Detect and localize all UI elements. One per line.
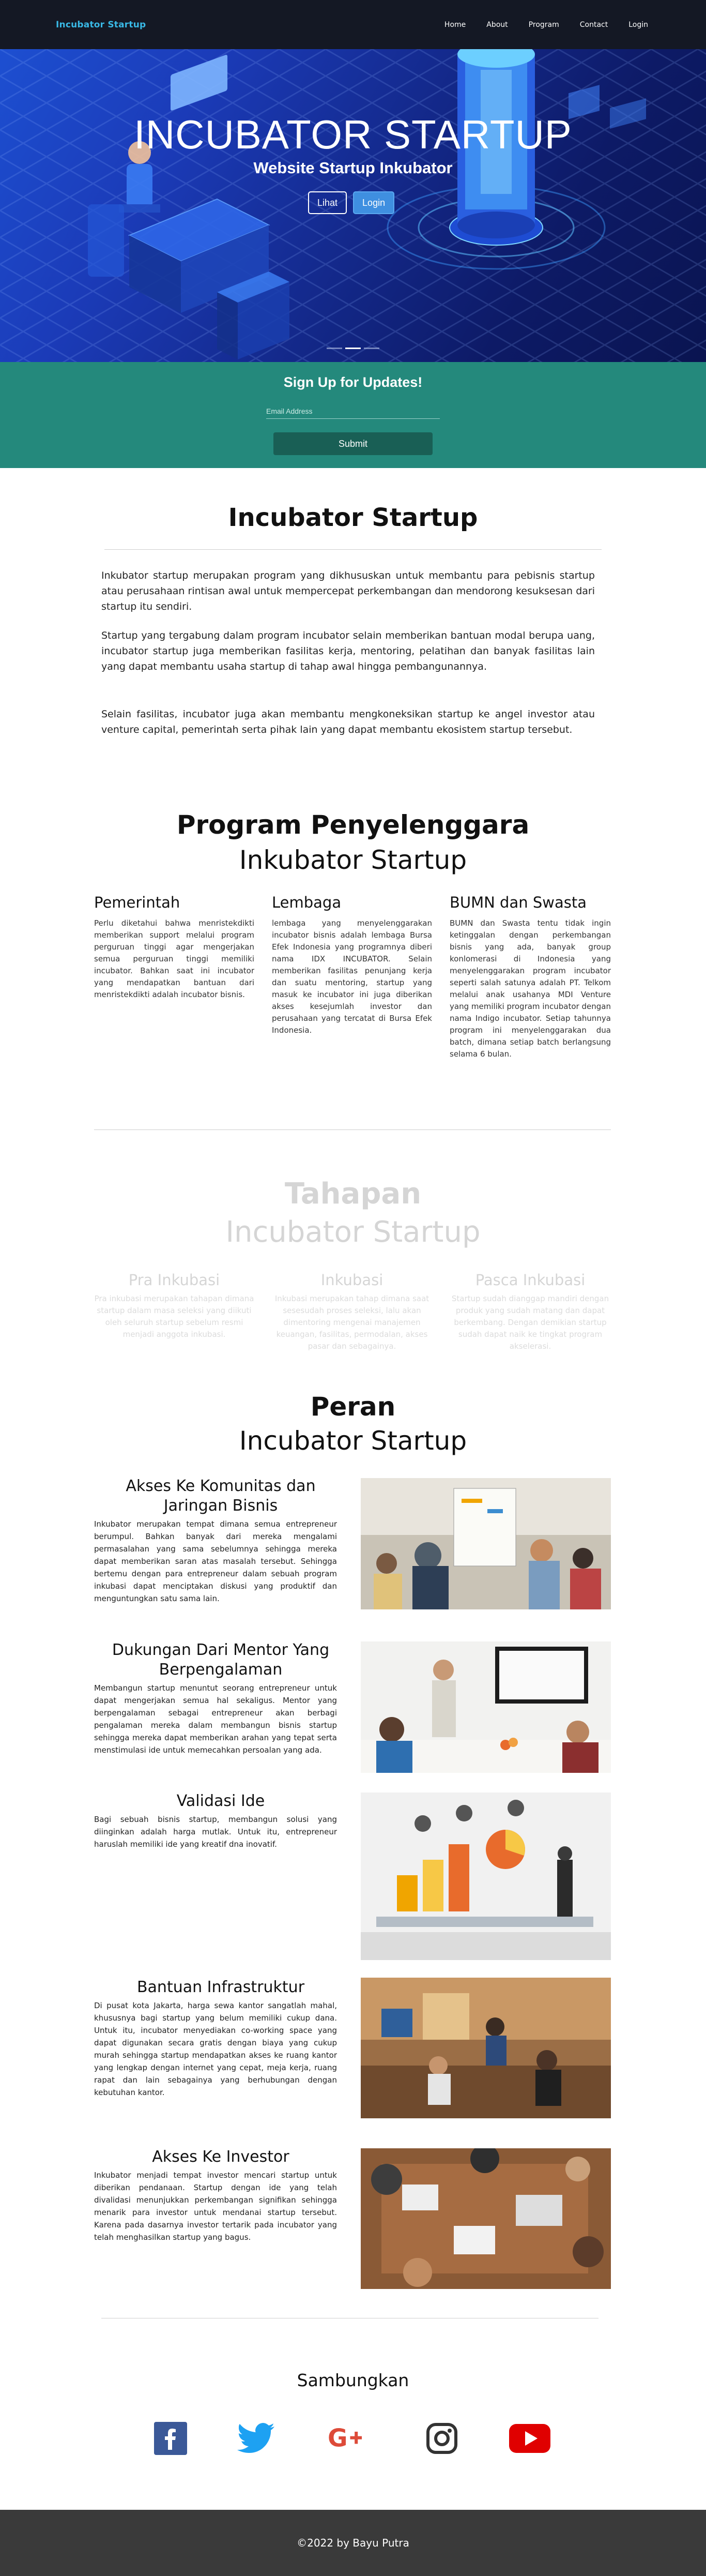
idea-validation-photo bbox=[361, 1792, 611, 1960]
nav-link-home[interactable]: Home bbox=[444, 21, 466, 29]
roles-title: Peran bbox=[310, 1392, 396, 1422]
connect-title: Sambungkan bbox=[297, 2370, 409, 2390]
about-paragraph-2: Startup yang tergabung dalam program inc… bbox=[101, 630, 595, 672]
role-heading-mentor: Dukungan Dari Mentor Yang Berpengalaman bbox=[112, 1641, 330, 1679]
organizer-text-institution: lembaga yang menyelenggarakan incubator … bbox=[272, 918, 432, 1035]
signup-section: Sign Up for Updates! Submit bbox=[0, 362, 706, 468]
organizers-title: Program Penyelenggara bbox=[176, 810, 530, 840]
nav-link-program[interactable]: Program bbox=[529, 21, 559, 29]
role-text-validation: Bagi sebuah bisnis startup, membangun so… bbox=[94, 1815, 337, 1849]
meeting-photo bbox=[361, 1478, 611, 1609]
svg-text:G: G bbox=[328, 2424, 348, 2453]
top-navbar: Incubator Startup Home About Program Con… bbox=[0, 0, 706, 49]
role-heading-validation: Validasi Ide bbox=[176, 1792, 265, 1810]
instagram-icon[interactable] bbox=[421, 2420, 463, 2457]
stages-subtitle: Incubator Startup bbox=[225, 1215, 481, 1249]
stage-text-incubation: Inkubasi merupakan tahap dimana saat ses… bbox=[274, 1294, 429, 1351]
about-title: Incubator Startup bbox=[228, 503, 478, 532]
hero-subtitle: Website Startup Inkubator bbox=[253, 159, 453, 177]
submit-button[interactable]: Submit bbox=[273, 432, 433, 455]
stage-text-pre: Pra inkubasi merupakan tahapan dimana st… bbox=[94, 1294, 254, 1339]
carousel-indicator-3[interactable] bbox=[364, 348, 379, 349]
stage-heading-incubation: Inkubasi bbox=[320, 1271, 383, 1289]
login-button[interactable]: Login bbox=[353, 191, 395, 214]
about-paragraph-3: Selain fasilitas, incubator juga akan me… bbox=[101, 709, 595, 735]
organizers-subtitle: Inkubator Startup bbox=[239, 845, 467, 875]
organizer-text-government: Perlu diketahui bahwa menristekdikti mem… bbox=[94, 918, 254, 999]
stage-heading-post: Pasca Inkubasi bbox=[475, 1271, 586, 1289]
role-heading-investor: Akses Ke Investor bbox=[152, 2148, 289, 2166]
mentor-photo bbox=[361, 1641, 611, 1773]
facebook-icon[interactable] bbox=[150, 2420, 191, 2457]
about-paragraph-1: Inkubator startup merupakan program yang… bbox=[101, 570, 595, 612]
google-plus-icon[interactable]: G bbox=[328, 2420, 369, 2457]
divider bbox=[104, 549, 602, 550]
role-heading-infrastructure: Bantuan Infrastruktur bbox=[136, 1978, 305, 1996]
nav-link-contact[interactable]: Contact bbox=[580, 21, 608, 29]
role-text-community: Inkubator merupakan tempat dimana semua … bbox=[94, 1519, 337, 1603]
nav-link-about[interactable]: About bbox=[486, 21, 508, 29]
organizer-heading-government: Pemerintah bbox=[94, 894, 180, 911]
signup-title: Sign Up for Updates! bbox=[283, 374, 423, 390]
carousel-indicators bbox=[327, 348, 379, 349]
brand-logo[interactable]: Incubator Startup bbox=[56, 20, 146, 30]
stage-heading-pre: Pra Inkubasi bbox=[128, 1271, 220, 1289]
organizer-heading-bumn: BUMN dan Swasta bbox=[450, 894, 587, 911]
carousel-indicator-2[interactable] bbox=[345, 348, 361, 349]
copyright-text: ©2022 by Bayu Putra bbox=[297, 2537, 409, 2549]
email-field[interactable] bbox=[266, 403, 440, 419]
stage-text-post: Startup sudah dianggap mandiri dengan pr… bbox=[451, 1294, 609, 1351]
coworking-photo bbox=[361, 1978, 611, 2118]
roles-subtitle: Incubator Startup bbox=[239, 1426, 467, 1456]
investor-photo bbox=[361, 2148, 611, 2289]
role-text-investor: Inkubator menjadi tempat investor mencar… bbox=[94, 2171, 337, 2242]
organizer-heading-institution: Lembaga bbox=[272, 894, 342, 911]
role-text-infrastructure: Di pusat kota Jakarta, harga sewa kantor… bbox=[94, 2001, 337, 2097]
twitter-icon[interactable] bbox=[236, 2420, 277, 2457]
youtube-icon[interactable] bbox=[509, 2420, 550, 2457]
divider bbox=[94, 1129, 611, 1130]
role-text-mentor: Membangun startup menuntut seorang entre… bbox=[94, 1683, 337, 1755]
hero-buttons: Lihat Login bbox=[308, 191, 395, 214]
view-button[interactable]: Lihat bbox=[308, 191, 347, 214]
hero-title: INCUBATOR STARTUP bbox=[134, 112, 572, 157]
nav-link-login[interactable]: Login bbox=[628, 21, 648, 29]
hero-carousel: INCUBATOR STARTUP Website Startup Inkuba… bbox=[0, 49, 706, 362]
role-heading-community: Akses Ke Komunitas dan Jaringan Bisnis bbox=[126, 1477, 316, 1515]
organizer-text-bumn: BUMN dan Swasta tentu tidak ingin keting… bbox=[450, 918, 611, 1059]
nav-menu: Home About Program Contact Login bbox=[444, 21, 648, 29]
stages-title: Tahapan bbox=[284, 1177, 422, 1211]
footer: ©2022 by Bayu Putra bbox=[0, 2510, 706, 2576]
carousel-indicator-1[interactable] bbox=[327, 348, 342, 349]
